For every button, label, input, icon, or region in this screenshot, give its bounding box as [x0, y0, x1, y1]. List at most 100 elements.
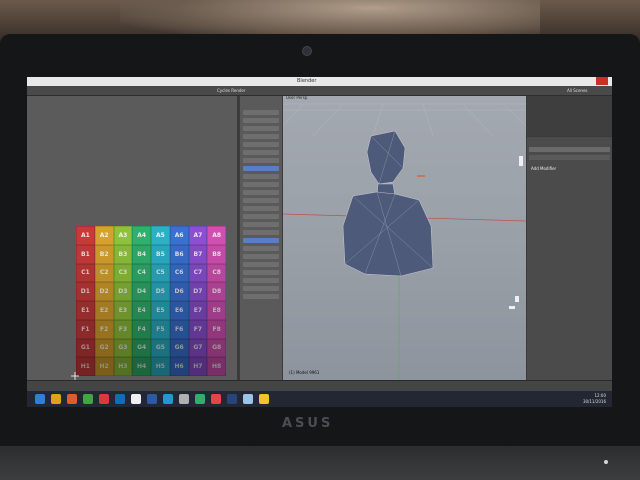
uv-image-editor[interactable]: A1 A2 A3 A4 A5 A6 A7 A8 B1 B2 B3 B4 B5 B6 B7 B8 C1 C2 C3 C4…: [27, 96, 237, 380]
uv-cell: E2: [94, 301, 114, 320]
uv-cell: A1: [76, 226, 95, 245]
tray-clock: 12:00 30/11/2016: [583, 393, 606, 405]
viewport-drawing: [283, 103, 526, 380]
clock-date: 30/11/2016: [582, 399, 606, 404]
uv-cell: H6: [169, 357, 189, 376]
taskbar-app-icon[interactable]: [211, 394, 221, 404]
uv-cell: H4: [132, 357, 151, 376]
uv-cell: C2: [94, 263, 114, 283]
taskbar-app-icon[interactable]: [35, 394, 45, 404]
taskbar-app-icon[interactable]: [67, 394, 77, 404]
tool-button[interactable]: [243, 126, 279, 131]
taskbar-app-icon[interactable]: [259, 394, 269, 404]
uv-cell: F3: [113, 319, 133, 339]
taskbar-app-icon[interactable]: [83, 394, 93, 404]
uv-cell: F8: [207, 319, 226, 339]
tool-button[interactable]: [243, 246, 279, 251]
uv-cell: C3: [113, 263, 133, 283]
taskbar-app-icon[interactable]: [163, 394, 173, 404]
uv-cell: C6: [169, 263, 189, 283]
uv-cell: E3: [113, 301, 133, 320]
scene-select[interactable]: All Scenes: [567, 86, 588, 95]
uv-cell: B7: [188, 244, 208, 264]
uv-cell: C4: [132, 263, 151, 283]
2d-cursor-icon: [71, 372, 79, 380]
tool-button[interactable]: [243, 214, 279, 219]
tool-button[interactable]: [243, 206, 279, 211]
uv-cell: H5: [151, 357, 170, 376]
uv-cell: A3: [113, 226, 133, 245]
uv-cell: B4: [132, 244, 151, 264]
uv-cell: H7: [188, 357, 208, 376]
laptop-base: [0, 446, 640, 480]
uv-cell: F2: [94, 319, 114, 339]
tool-button[interactable]: [243, 230, 279, 235]
tool-button[interactable]: [243, 278, 279, 283]
render-engine-select[interactable]: Cycles Render: [217, 86, 246, 95]
uv-cell: D6: [169, 282, 189, 301]
taskbar-app-icon[interactable]: [99, 394, 109, 404]
uv-cell: B2: [94, 244, 114, 264]
outliner-panel[interactable]: [527, 96, 612, 136]
tool-button[interactable]: [243, 294, 279, 299]
tool-button[interactable]: [243, 254, 279, 259]
modifier-header: [529, 147, 610, 152]
uv-cell: E7: [188, 301, 208, 320]
uv-cell: E1: [76, 301, 95, 320]
taskbar-app-icon[interactable]: [243, 394, 253, 404]
tool-button[interactable]: [243, 270, 279, 275]
tool-button[interactable]: [243, 222, 279, 227]
uv-cell: A6: [169, 226, 189, 245]
taskbar-app-icon[interactable]: [179, 394, 189, 404]
tool-button[interactable]: [243, 190, 279, 195]
uv-cell: A2: [94, 226, 114, 245]
taskbar-app-icon[interactable]: [147, 394, 157, 404]
photo-scene: Blender Cycles Render All Scenes A1 A2 A3 A…: [0, 0, 640, 480]
tool-button[interactable]: [243, 174, 279, 179]
uv-cell: H2: [94, 357, 114, 376]
uv-cell: F6: [169, 319, 189, 339]
tool-button[interactable]: [243, 238, 279, 243]
tool-button[interactable]: [243, 198, 279, 203]
power-led: [604, 460, 608, 464]
close-button[interactable]: [596, 77, 608, 85]
tool-button[interactable]: [243, 118, 279, 123]
tool-button[interactable]: [243, 158, 279, 163]
properties-panel[interactable]: Add Modifier: [527, 137, 612, 380]
uv-cell: D1: [76, 282, 95, 301]
uv-cell: G5: [151, 338, 170, 358]
tool-button[interactable]: [243, 182, 279, 187]
add-modifier-button[interactable]: Add Modifier: [529, 155, 610, 171]
uv-cell: A4: [132, 226, 151, 245]
uv-checker-grid: A1 A2 A3 A4 A5 A6 A7 A8 B1 B2 B3 B4 B5 B6 B7 B8 C1 C2 C3 C4…: [76, 226, 226, 376]
uv-cell: G4: [132, 338, 151, 358]
tool-button[interactable]: [243, 134, 279, 139]
tool-shelf: [240, 96, 282, 380]
tool-button[interactable]: [243, 110, 279, 115]
add-modifier-label: Add Modifier: [531, 166, 557, 171]
tool-button[interactable]: [243, 166, 279, 171]
uv-cell: E4: [132, 301, 151, 320]
uv-cell: D4: [132, 282, 151, 301]
uv-cell: G3: [113, 338, 133, 358]
taskbar-app-icon[interactable]: [115, 394, 125, 404]
tool-button[interactable]: [243, 150, 279, 155]
uv-cell: E6: [169, 301, 189, 320]
taskbar-app-icon[interactable]: [227, 394, 237, 404]
uv-cell: C8: [207, 263, 226, 283]
uv-cell: F7: [188, 319, 208, 339]
taskbar-app-icon[interactable]: [131, 394, 141, 404]
3d-viewport[interactable]: User Persp (1) Model 9961: [283, 96, 526, 380]
taskbar-app-icon[interactable]: [51, 394, 61, 404]
taskbar-app-icon[interactable]: [195, 394, 205, 404]
tool-button[interactable]: [243, 286, 279, 291]
uv-cell: D3: [113, 282, 133, 301]
uv-cell: B1: [76, 244, 95, 264]
window-title: Blender: [297, 78, 317, 84]
uv-cell: G7: [188, 338, 208, 358]
tool-button[interactable]: [243, 142, 279, 147]
uv-cell: A5: [151, 226, 170, 245]
tool-button[interactable]: [243, 262, 279, 267]
viewport-object-label: (1) Model 9961: [289, 370, 320, 375]
uv-cell: D8: [207, 282, 226, 301]
